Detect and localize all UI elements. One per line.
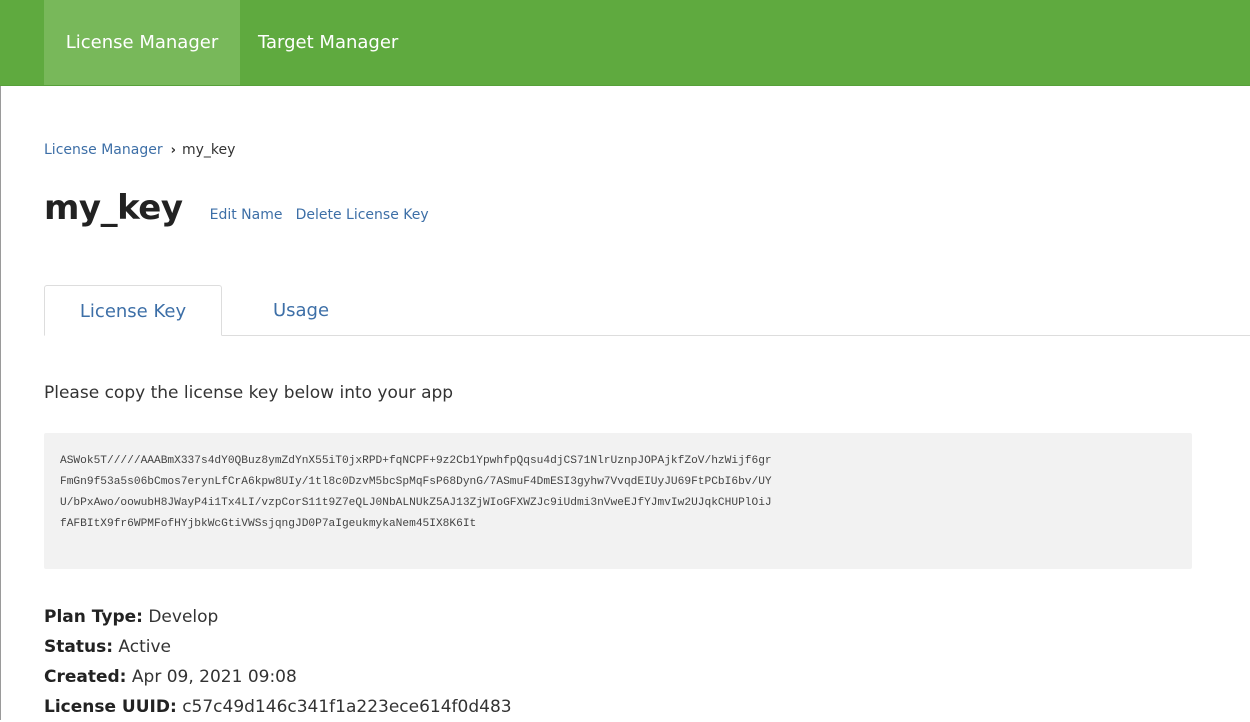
detail-value: c57c49d146c341f1a223ece614f0d483: [182, 697, 512, 717]
nav-target-manager[interactable]: Target Manager: [258, 0, 424, 85]
page-title: my_key: [44, 188, 183, 228]
edit-name-link[interactable]: Edit Name: [210, 207, 283, 223]
detail-license-uuid: License UUID: c57c49d146c341f1a223ece614…: [44, 692, 512, 722]
license-key-box[interactable]: ASWok5T/////AAABmX337s4dY0QBuz8ymZdYnX55…: [44, 433, 1192, 569]
license-details: Plan Type: Develop Status: Active Create…: [44, 602, 512, 722]
tab-bar: License Key Usage: [44, 285, 1250, 336]
detail-value: Apr 09, 2021 09:08: [131, 667, 297, 687]
top-navigation-bar: License Manager Target Manager: [0, 0, 1250, 86]
detail-label: Status:: [44, 637, 113, 657]
detail-plan-type: Plan Type: Develop: [44, 602, 512, 632]
window-left-border: [0, 0, 1, 720]
detail-value: Develop: [148, 607, 219, 627]
detail-label: Plan Type:: [44, 607, 143, 627]
license-key-text[interactable]: ASWok5T/////AAABmX337s4dY0QBuz8ymZdYnX55…: [60, 451, 1178, 535]
license-key-line: FmGn9f53a5s06bCmos7erynLfCrA6kpw8UIy/1tl…: [60, 476, 772, 488]
copy-instructions: Please copy the license key below into y…: [44, 383, 454, 403]
detail-label: License UUID:: [44, 697, 177, 717]
detail-created: Created: Apr 09, 2021 09:08: [44, 662, 512, 692]
license-key-line: U/bPxAwo/oowubH8JWayP4i1Tx4LI/vzpCorS11t…: [60, 497, 772, 509]
license-key-line: fAFBItX9fr6WPMFofHYjbkWcGtiVWSsjqngJD0P7…: [60, 518, 477, 530]
license-key-line: ASWok5T/////AAABmX337s4dY0QBuz8ymZdYnX55…: [60, 455, 772, 467]
breadcrumb: License Manager › my_key: [44, 142, 235, 158]
detail-value: Active: [118, 637, 171, 657]
detail-status: Status: Active: [44, 632, 512, 662]
breadcrumb-current: my_key: [181, 142, 236, 158]
title-row: my_key Edit Name Delete License Key: [44, 188, 429, 228]
tab-license-key[interactable]: License Key: [44, 285, 222, 336]
nav-license-manager[interactable]: License Manager: [44, 0, 240, 85]
delete-license-key-link[interactable]: Delete License Key: [296, 207, 429, 223]
breadcrumb-license-manager-link[interactable]: License Manager: [44, 142, 163, 158]
tab-usage[interactable]: Usage: [256, 285, 346, 335]
detail-label: Created:: [44, 667, 127, 687]
breadcrumb-chevron-icon: ›: [170, 143, 176, 158]
